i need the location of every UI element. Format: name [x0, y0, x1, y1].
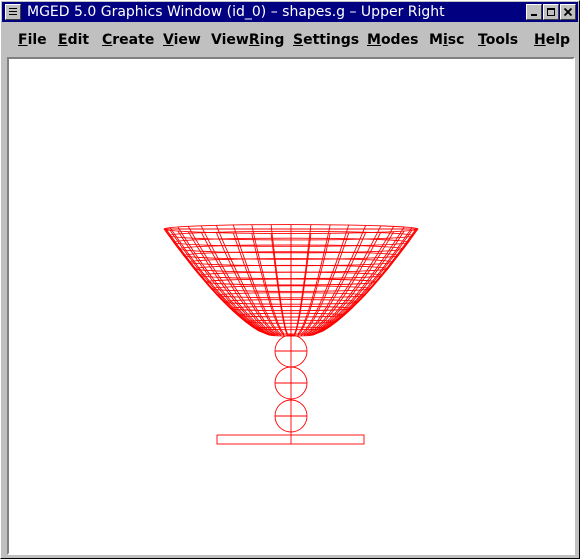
menu-create[interactable]: Create [102, 31, 154, 49]
menu-help[interactable]: Help [534, 31, 570, 49]
close-icon [563, 7, 573, 17]
menu-bar: File Edit Create View ViewRing Settings … [2, 22, 578, 56]
title-bar[interactable]: MGED 5.0 Graphics Window (id_0) – shapes… [2, 2, 578, 22]
wireframe-view[interactable] [9, 59, 573, 553]
menu-file[interactable]: File [18, 31, 47, 49]
maximize-icon [547, 8, 555, 16]
window-menu-icon[interactable] [5, 4, 21, 20]
menu-misc[interactable]: Misc [429, 31, 464, 49]
minimize-icon [531, 14, 537, 16]
close-button[interactable] [560, 4, 576, 20]
graphics-canvas[interactable] [7, 57, 575, 555]
maximize-button[interactable] [543, 4, 559, 20]
window-title: MGED 5.0 Graphics Window (id_0) – shapes… [27, 4, 445, 20]
menu-viewring[interactable]: ViewRing [211, 31, 284, 49]
menu-tools[interactable]: Tools [478, 31, 518, 49]
minimize-button[interactable] [526, 4, 542, 20]
menu-view[interactable]: View [163, 31, 201, 49]
menu-edit[interactable]: Edit [58, 31, 89, 49]
goblet-wireframe [163, 224, 419, 445]
menu-settings[interactable]: Settings [293, 31, 359, 49]
mged-graphics-window: MGED 5.0 Graphics Window (id_0) – shapes… [0, 0, 580, 559]
menu-modes[interactable]: Modes [367, 31, 418, 49]
